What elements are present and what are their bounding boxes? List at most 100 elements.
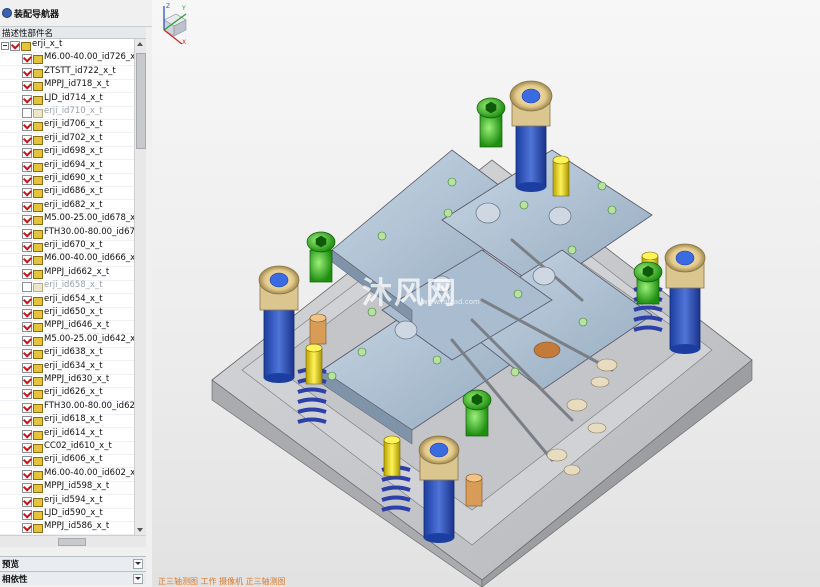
tree-row[interactable]: MPPJ_id662_x_t <box>0 267 134 281</box>
guide-pillar-right <box>664 243 706 354</box>
tree-row[interactable]: erji_id594_x_t <box>0 495 134 509</box>
visibility-checkbox[interactable] <box>22 497 32 507</box>
tree-row[interactable]: erji_id706_x_t <box>0 119 134 133</box>
tree-row[interactable]: FTH30.00-80.00_id62. <box>0 401 134 415</box>
visibility-checkbox[interactable] <box>22 456 32 466</box>
tree-row[interactable]: erji_id654_x_t <box>0 294 134 308</box>
tree-row[interactable]: erji_id626_x_t <box>0 387 134 401</box>
visibility-checkbox[interactable] <box>10 41 20 51</box>
visibility-checkbox[interactable] <box>22 175 32 185</box>
view-triad-icon[interactable]: Z Y X <box>152 0 192 46</box>
navigator-pin-icon[interactable] <box>2 8 12 18</box>
tree-row[interactable]: erji_id634_x_t <box>0 361 134 375</box>
visibility-checkbox[interactable] <box>22 81 32 91</box>
visibility-checkbox[interactable] <box>22 336 32 346</box>
tree-row[interactable]: M6.00-40.00_id602_x <box>0 468 134 482</box>
hscroll-thumb[interactable] <box>58 538 86 546</box>
tree-row[interactable]: erji_id614_x_t <box>0 428 134 442</box>
visibility-checkbox[interactable] <box>22 309 32 319</box>
visibility-checkbox[interactable] <box>22 242 32 252</box>
assembly-navigator-panel: 装配导航器 描述性部件名 erji_x_t M6.00-40.00_id726_x… <box>0 0 153 587</box>
tree-row[interactable]: erji_id702_x_t <box>0 133 134 147</box>
scroll-down-icon[interactable] <box>137 528 143 532</box>
column-header-description[interactable]: 描述性部件名 <box>0 27 146 39</box>
tree-row[interactable]: MPPJ_id718_x_t <box>0 79 134 93</box>
tree-vertical-scrollbar[interactable] <box>134 39 146 535</box>
tree-row[interactable]: erji_id658_x_t <box>0 280 134 294</box>
visibility-checkbox[interactable] <box>22 229 32 239</box>
part-icon <box>33 310 43 319</box>
part-icon <box>33 230 43 239</box>
tree-row[interactable]: MPPJ_id630_x_t <box>0 374 134 388</box>
tree-row[interactable]: LJD_id590_x_t <box>0 508 134 522</box>
visibility-checkbox[interactable] <box>22 269 32 279</box>
tree-horizontal-scrollbar[interactable] <box>0 535 146 547</box>
tree-row[interactable]: erji_id650_x_t <box>0 307 134 321</box>
visibility-checkbox[interactable] <box>22 135 32 145</box>
tree-row[interactable]: M5.00-25.00_id642_x <box>0 334 134 348</box>
tree-row[interactable]: erji_id690_x_t <box>0 173 134 187</box>
dependency-section[interactable]: 相依性 <box>0 571 146 585</box>
tree-row[interactable]: erji_id638_x_t <box>0 347 134 361</box>
tree-row[interactable]: M6.00-40.00_id726_x <box>0 52 134 66</box>
graphics-viewport[interactable]: 沐风网 www.mfcad.com Z Y X 正三轴测图 工作 摄像机 正三轴… <box>152 0 820 587</box>
visibility-checkbox[interactable] <box>22 255 32 265</box>
tree-row[interactable]: erji_id694_x_t <box>0 160 134 174</box>
tree-row[interactable]: erji_id618_x_t <box>0 414 134 428</box>
visibility-checkbox[interactable] <box>22 95 32 105</box>
collapse-icon[interactable] <box>1 42 9 50</box>
tree-row[interactable]: erji_id710_x_t <box>0 106 134 120</box>
visibility-checkbox[interactable] <box>22 363 32 373</box>
visibility-checkbox[interactable] <box>22 430 32 440</box>
tree-row[interactable]: M5.00-25.00_id678_x <box>0 213 134 227</box>
visibility-checkbox[interactable] <box>22 389 32 399</box>
tree-row[interactable]: FTH30.00-80.00_id67· <box>0 227 134 241</box>
tree-row[interactable]: MPPJ_id586_x_t <box>0 521 134 535</box>
tree-row[interactable]: LJD_id714_x_t <box>0 93 134 107</box>
visibility-checkbox[interactable] <box>22 376 32 386</box>
tree-row[interactable]: erji_id682_x_t <box>0 200 134 214</box>
visibility-checkbox[interactable] <box>22 148 32 158</box>
visibility-checkbox[interactable] <box>22 349 32 359</box>
visibility-checkbox[interactable] <box>22 322 32 332</box>
preview-section[interactable]: 预览 <box>0 556 146 570</box>
visibility-checkbox[interactable] <box>22 108 32 118</box>
scroll-thumb[interactable] <box>136 53 146 149</box>
tree-root-row[interactable]: erji_x_t <box>0 39 134 53</box>
visibility-checkbox[interactable] <box>22 68 32 78</box>
tree-row[interactable]: ZTSTT_id722_x_t <box>0 66 134 80</box>
assembly-tree: erji_x_t M6.00-40.00_id726_x ZTSTT_id722_x… <box>0 39 134 535</box>
visibility-checkbox[interactable] <box>22 54 32 64</box>
visibility-checkbox[interactable] <box>22 162 32 172</box>
visibility-checkbox[interactable] <box>22 470 32 480</box>
tree-row[interactable]: erji_id686_x_t <box>0 186 134 200</box>
tree-item-label: erji_id658_x_t <box>44 280 103 290</box>
visibility-checkbox[interactable] <box>22 188 32 198</box>
tree-row[interactable]: erji_id698_x_t <box>0 146 134 160</box>
visibility-checkbox[interactable] <box>22 443 32 453</box>
tree-row[interactable]: M6.00-40.00_id666_x <box>0 253 134 267</box>
visibility-checkbox[interactable] <box>22 296 32 306</box>
visibility-checkbox[interactable] <box>22 202 32 212</box>
tree-item-label: MPPJ_id662_x_t <box>44 267 110 277</box>
tree-row[interactable]: erji_id670_x_t <box>0 240 134 254</box>
chevron-down-icon[interactable] <box>133 559 143 569</box>
visibility-checkbox[interactable] <box>22 510 32 520</box>
tree-row[interactable]: erji_id606_x_t <box>0 454 134 468</box>
visibility-checkbox[interactable] <box>22 416 32 426</box>
visibility-checkbox[interactable] <box>22 483 32 493</box>
visibility-checkbox[interactable] <box>22 121 32 131</box>
visibility-checkbox[interactable] <box>22 523 32 533</box>
tree-item-label: LJD_id590_x_t <box>44 508 103 518</box>
visibility-checkbox[interactable] <box>22 403 32 413</box>
visibility-checkbox[interactable] <box>22 215 32 225</box>
visibility-checkbox[interactable] <box>22 282 32 292</box>
scroll-up-icon[interactable] <box>137 42 143 46</box>
preview-section-label: 预览 <box>2 560 20 570</box>
chevron-down-icon[interactable] <box>133 574 143 584</box>
part-icon <box>33 189 43 198</box>
tree-row[interactable]: MPPJ_id598_x_t <box>0 481 134 495</box>
tree-row[interactable]: MPPJ_id646_x_t <box>0 320 134 334</box>
tree-row[interactable]: CC02_id610_x_t <box>0 441 134 455</box>
part-icon <box>33 69 43 78</box>
